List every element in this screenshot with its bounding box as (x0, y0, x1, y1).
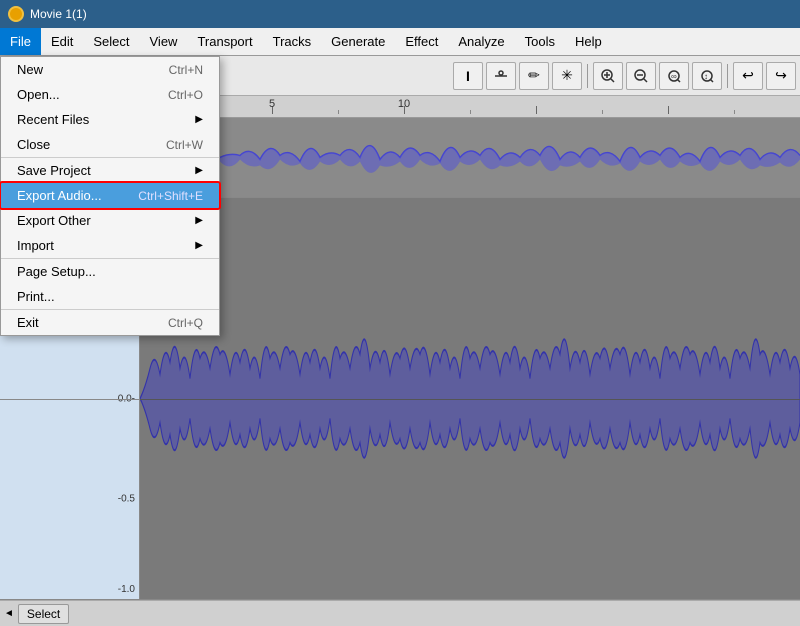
zero-line (140, 399, 800, 400)
redo-button[interactable]: ↪ (766, 62, 796, 90)
menu-tools[interactable]: Tools (515, 28, 565, 55)
menu-effect[interactable]: Effect (395, 28, 448, 55)
multi-tool[interactable]: ✳ (552, 62, 582, 90)
menu-recent-files[interactable]: Recent Files ▶ (1, 107, 219, 132)
menu-save-project[interactable]: Save Project ▶ (1, 157, 219, 183)
title-text: Movie 1(1) (30, 7, 87, 21)
menu-exit[interactable]: Exit Ctrl+Q (1, 309, 219, 335)
svg-text:↕: ↕ (704, 72, 708, 81)
fit-vertical-button[interactable]: ↕ (692, 62, 722, 90)
cursor-tool[interactable]: I (453, 62, 483, 90)
menu-file[interactable]: File (0, 28, 41, 55)
ruler-tick-4 (668, 106, 669, 114)
menu-print[interactable]: Print... (1, 284, 219, 309)
menu-import[interactable]: Import ▶ (1, 233, 219, 258)
status-bar: ◄ Select (0, 600, 800, 626)
menu-generate[interactable]: Generate (321, 28, 395, 55)
undo-button[interactable]: ↩ (733, 62, 763, 90)
scale-neg0.5: -0.5 (118, 493, 135, 504)
menu-view[interactable]: View (140, 28, 188, 55)
track-2-waveform (140, 198, 800, 599)
status-left-arrow[interactable]: ◄ (4, 608, 14, 619)
scale-neg1.0: -1.0 (118, 584, 135, 595)
select-mode-button[interactable]: Select (18, 604, 69, 624)
zoom-in-button[interactable] (593, 62, 623, 90)
toolbar-sep-2 (587, 64, 588, 88)
zero-line-left (0, 399, 139, 400)
menu-page-setup[interactable]: Page Setup... (1, 258, 219, 284)
menu-help[interactable]: Help (565, 28, 612, 55)
app-icon (8, 6, 24, 22)
ruler-label-10: 10 (398, 98, 410, 110)
zoom-out-button[interactable] (626, 62, 656, 90)
menu-transport[interactable]: Transport (187, 28, 262, 55)
menu-bar: File Edit Select View Transport Tracks G… (0, 28, 800, 56)
menu-analyze[interactable]: Analyze (448, 28, 514, 55)
menu-close[interactable]: Close Ctrl+W (1, 132, 219, 157)
menu-export-other[interactable]: Export Other ▶ (1, 208, 219, 233)
svg-text:∞: ∞ (671, 72, 677, 81)
menu-edit[interactable]: Edit (41, 28, 83, 55)
menu-new[interactable]: New Ctrl+N (1, 57, 219, 82)
track-1-upper-waveform (140, 118, 800, 197)
menu-export-audio[interactable]: Export Audio... Ctrl+Shift+E (1, 183, 219, 208)
ruler-label-5: 5 (269, 98, 275, 110)
menu-select[interactable]: Select (83, 28, 139, 55)
app-window: Movie 1(1) File Edit Select View Transpo… (0, 0, 800, 626)
file-dropdown-menu: New Ctrl+N Open... Ctrl+O Recent Files ▶… (0, 56, 220, 336)
envelope-tool[interactable] (486, 62, 516, 90)
ruler: 5 10 (140, 96, 800, 118)
fit-project-button[interactable]: ∞ (659, 62, 689, 90)
menu-tracks[interactable]: Tracks (263, 28, 322, 55)
menu-open[interactable]: Open... Ctrl+O (1, 82, 219, 107)
waveform-1-upper-svg (140, 118, 800, 197)
toolbar-sep-3 (727, 64, 728, 88)
title-bar: Movie 1(1) (0, 0, 800, 28)
ruler-tick-3 (536, 106, 537, 114)
pencil-tool[interactable]: ✏ (519, 62, 549, 90)
